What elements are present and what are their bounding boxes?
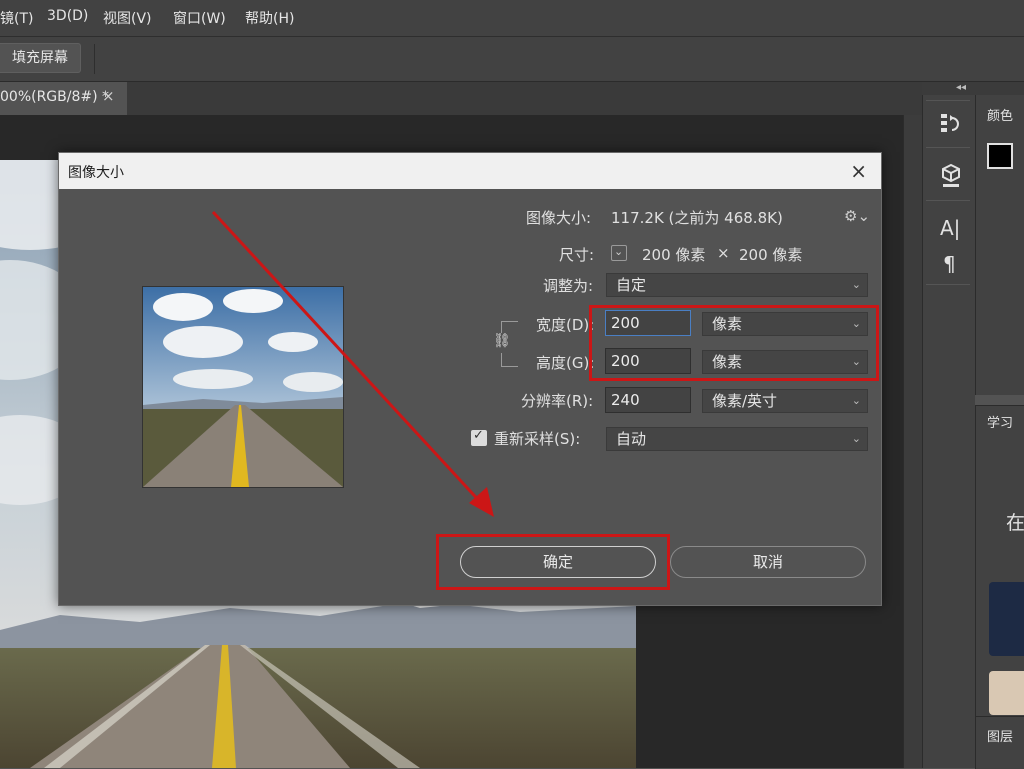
options-divider [94, 44, 95, 74]
options-bar [0, 37, 1024, 82]
strip-divider [926, 200, 970, 201]
color-panel-title: 颜色 [987, 109, 1014, 124]
dialog-title: 图像大小 [68, 165, 124, 181]
vertical-scrollbar[interactable] [903, 115, 923, 768]
resolution-unit-value: 像素/英寸 [712, 392, 778, 410]
dimensions-height-value: 200 像素 [739, 246, 803, 264]
resolution-label: 分辨率(R): [521, 392, 594, 410]
dimensions-label: 尺寸: [559, 246, 595, 264]
character-icon[interactable]: A| [940, 216, 960, 240]
layers-panel: 图层 [975, 716, 1024, 769]
dimensions-width-value: 200 像素 [642, 246, 706, 264]
strip-divider [926, 147, 970, 148]
learn-panel-text: 在 [1006, 512, 1024, 534]
image-size-label: 图像大小: [526, 209, 592, 227]
image-preview[interactable] [142, 286, 344, 488]
cancel-button[interactable]: 取消 [670, 546, 866, 578]
menu-window[interactable]: 窗口(W) [173, 8, 226, 28]
panel-header-bar [922, 82, 1024, 95]
menu-3d[interactable]: 3D(D) [47, 8, 88, 24]
strip-divider [926, 284, 970, 285]
close-icon[interactable]: × [850, 159, 867, 183]
resample-checkbox[interactable]: ✓ [471, 428, 487, 446]
resolution-input[interactable]: 240 [605, 387, 691, 413]
document-tab[interactable]: 00%(RGB/8#) * × [0, 82, 127, 115]
strip-divider [926, 100, 970, 101]
fill-screen-button[interactable]: 填充屏幕 [0, 43, 81, 73]
learn-panel: 学习 在 [975, 405, 1024, 716]
learn-panel-title: 学习 [987, 416, 1014, 431]
gear-icon[interactable]: ⚙⌄ [844, 207, 870, 225]
menu-filter[interactable]: 镜(T) [0, 8, 33, 28]
height-label: 高度(G): [536, 354, 595, 372]
document-tab-bar [0, 82, 922, 115]
history-icon[interactable] [940, 112, 962, 140]
paragraph-icon[interactable]: ¶ [943, 252, 956, 276]
menu-bar: 镜(T) 3D(D) 视图(V) 窗口(W) 帮助(H) [0, 0, 1024, 37]
resample-label: 重新采样(S): [494, 430, 581, 448]
document-tab-title: 00%(RGB/8#) * [0, 89, 110, 105]
chain-link-icon[interactable]: ⛓ [493, 333, 511, 353]
learn-thumbnail-1[interactable] [989, 582, 1024, 656]
width-label: 宽度(D): [536, 316, 595, 334]
collapse-panels-icon[interactable]: ◂◂ [956, 82, 966, 93]
image-size-value: 117.2K (之前为 468.8K) [611, 209, 783, 227]
chevron-down-icon: ⌄ [851, 394, 861, 407]
chevron-down-icon: ⌄ [851, 432, 861, 445]
learn-thumbnail-2[interactable] [989, 671, 1024, 715]
resample-value: 自动 [616, 430, 647, 448]
fit-to-select[interactable]: 自定 ⌄ [606, 273, 868, 297]
resolution-unit-select[interactable]: 像素/英寸 ⌄ [702, 389, 868, 413]
check-icon: ✓ [473, 428, 484, 443]
color-panel: 颜色 [975, 95, 1024, 395]
annotation-highlight-size-fields [589, 305, 879, 381]
close-tab-icon[interactable]: × [102, 87, 115, 105]
dimensions-dropdown-icon[interactable]: ⌄ [611, 245, 627, 261]
menu-help[interactable]: 帮助(H) [245, 8, 294, 28]
fit-to-value: 自定 [616, 276, 647, 294]
fit-to-label: 调整为: [543, 277, 594, 295]
foreground-color-swatch[interactable] [987, 143, 1013, 169]
layers-panel-title: 图层 [987, 730, 1014, 745]
resample-select[interactable]: 自动 ⌄ [606, 427, 868, 451]
dimensions-times: × [717, 244, 730, 262]
image-size-dialog: 图像大小 × 图像大小: 117.2K (之前为 468.8K) ⚙⌄ 尺寸: … [58, 152, 882, 606]
annotation-highlight-ok-button [436, 534, 670, 590]
menu-view[interactable]: 视图(V) [103, 8, 152, 28]
dialog-title-bar: 图像大小 × [59, 153, 881, 189]
3d-cube-icon[interactable] [940, 163, 962, 193]
chevron-down-icon: ⌄ [851, 278, 861, 291]
